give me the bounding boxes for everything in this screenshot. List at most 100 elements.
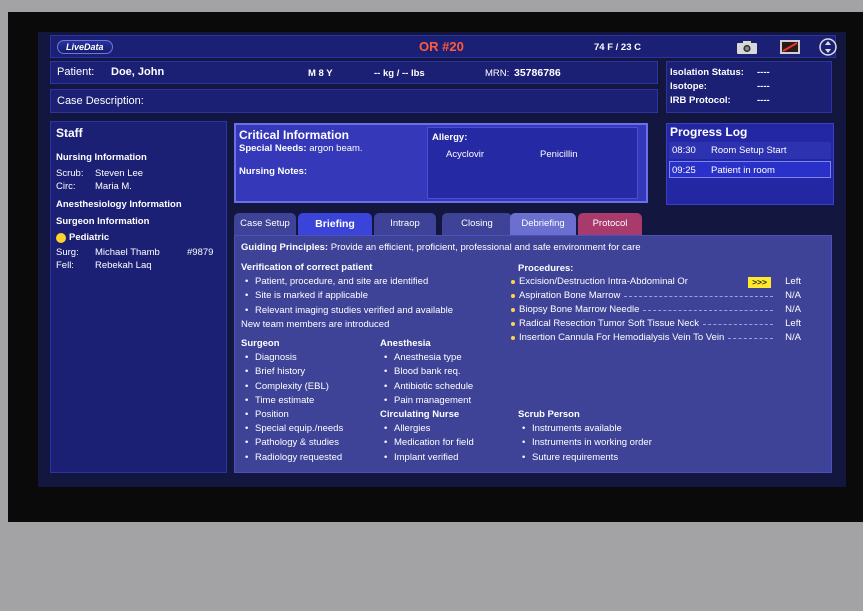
case-description-bar[interactable]: Case Description: [50,89,658,113]
patient-name: Doe, John [111,66,165,78]
procedure-name: Aspiration Bone Marrow [519,290,621,301]
progress-log-entry[interactable]: 08:30 Room Setup Start [669,142,831,159]
guiding-principles: Guiding Principles: Provide an efficient… [241,242,641,253]
progress-time: 08:30 [672,145,696,156]
staff-title: Staff [56,126,83,140]
allergy-item: Acyclovir [446,149,485,160]
irb-label: IRB Protocol: [670,95,731,106]
case-description-label: Case Description: [57,95,144,107]
briefing-panel: Guiding Principles: Provide an efficient… [234,235,832,473]
or-room-label: OR #20 [419,39,464,54]
isotope-label: Isotope: [670,81,707,92]
fell-name: Rebekah Laq [95,260,152,271]
anesthesia-title: Anesthesia [380,338,431,349]
allergy-item: Penicillin [540,149,578,160]
procedure-bullet [511,294,515,299]
circ-label: Circ: [56,181,76,192]
procedure-bullet [511,308,515,313]
procedure-name: Insertion Cannula For Hemodialysis Vein … [519,332,725,343]
checklist-item: Implant verified [380,451,474,465]
nursing-info-title: Nursing Information [56,152,147,163]
surgeon-title: Surgeon [241,338,280,349]
checklist-item: Antibiotic schedule [380,380,474,394]
progress-event: Room Setup Start [711,145,787,156]
leader-dashes [703,323,773,325]
mrn-value: 35786786 [514,67,561,79]
patient-weight: -- kg / -- lbs [374,68,425,79]
verification-title: Verification of correct patient [241,262,373,273]
circ-name: Maria M. [95,181,132,192]
leader-dashes [643,309,773,311]
surgeon-info-title: Surgeon Information [56,216,150,227]
patient-label: Patient: [57,66,95,78]
camera-icon[interactable] [734,38,760,56]
checklist-item: Anesthesia type [380,351,474,365]
pediatric-indicator-dot [56,233,66,243]
procedure-bullet [511,280,515,285]
nursing-notes-label: Nursing Notes: [239,166,308,177]
checklist-item: Diagnosis [241,351,343,365]
isolation-value: ---- [757,67,770,78]
surgeon-section: Surgeon Diagnosis Brief history Complexi… [241,337,343,465]
verification-section: Verification of correct patient Patient,… [241,261,453,332]
or-display-screen: LiveData OR #20 74 F / 23 C Patient: Doe… [38,32,846,487]
status-panel: Isolation Status: ---- Isotope: ---- IRB… [666,61,832,113]
progress-event: Patient in room [711,165,775,176]
procedure-side: N/A [785,290,801,301]
leader-dashes [624,295,773,297]
app-logo: LiveData [57,40,113,54]
checklist-item: Medication for field [380,436,474,450]
tab-case-setup[interactable]: Case Setup [234,213,296,235]
procedure-row[interactable]: Excision/Destruction Intra-Abdominal Or … [511,275,801,289]
isotope-value: ---- [757,81,770,92]
procedure-flag[interactable]: >>> [748,276,771,288]
anesthesiology-info-title: Anesthesiology Information [56,199,182,210]
checklist-item: Blood bank req. [380,365,474,379]
checklist-item: Site is marked if applicable [241,289,453,303]
progress-time: 09:25 [672,165,696,176]
special-needs-label: Special Needs: [239,143,307,154]
mrn-label: MRN: [485,68,510,79]
surg-name: Michael Thamb [95,247,160,258]
monitor-muted-icon[interactable] [777,38,803,56]
staff-panel: Staff Nursing Information Scrub: Steven … [50,121,227,473]
procedure-side: Left [785,276,801,287]
procedure-row[interactable]: Aspiration Bone Marrow N/A [511,289,801,303]
tab-briefing[interactable]: Briefing [298,213,372,235]
checklist-item: Suture requirements [518,451,652,465]
fell-label: Fell: [56,260,74,271]
section-tabs: Case Setup Briefing Intraop Closing Debr… [234,213,644,235]
lift-icon[interactable] [815,38,841,56]
top-bar: LiveData OR #20 74 F / 23 C [50,35,837,58]
procedure-row[interactable]: Insertion Cannula For Hemodialysis Vein … [511,331,801,345]
procedure-name: Excision/Destruction Intra-Abdominal Or [519,276,688,287]
tab-debriefing[interactable]: Debriefing [510,213,576,235]
checklist-item: Instruments in working order [518,436,652,450]
procedure-name: Biopsy Bone Marrow Needle [519,304,640,315]
service-label: Pediatric [69,232,110,243]
checklist-item: Position [241,408,343,422]
tab-intraop[interactable]: Intraop [374,213,436,235]
special-needs-value: argon beam. [309,143,363,154]
progress-log-title: Progress Log [670,125,748,139]
leader-dashes [728,337,773,339]
allergy-label: Allergy: [432,132,468,143]
circulating-nurse-title: Circulating Nurse [380,408,460,420]
isolation-label: Isolation Status: [670,67,744,78]
tab-closing[interactable]: Closing [442,213,512,235]
procedure-row[interactable]: Biopsy Bone Marrow Needle N/A [511,303,801,317]
tab-protocol[interactable]: Protocol [578,213,642,235]
checklist-item: Allergies [380,422,474,436]
scrub-person-section: Scrub Person Instruments available Instr… [518,408,652,465]
progress-log-panel: Progress Log 08:30 Room Setup Start 09:2… [666,123,834,205]
progress-log-entry-selected[interactable]: 09:25 Patient in room [669,161,831,178]
anesthesia-section: Anesthesia Anesthesia type Blood bank re… [380,337,474,465]
critical-info-title: Critical Information [239,128,350,142]
procedure-side: N/A [785,332,801,343]
checklist-item: Special equip./needs [241,422,343,436]
procedure-row[interactable]: Radical Resection Tumor Soft Tissue Neck… [511,317,801,331]
patient-sex-age: M 8 Y [308,68,333,79]
guiding-principles-text: Provide an efficient, proficient, profes… [330,242,641,253]
checklist-item: Relevant imaging studies verified and av… [241,304,453,318]
allergy-box: Allergy: Acyclovir Penicillin [427,127,638,199]
